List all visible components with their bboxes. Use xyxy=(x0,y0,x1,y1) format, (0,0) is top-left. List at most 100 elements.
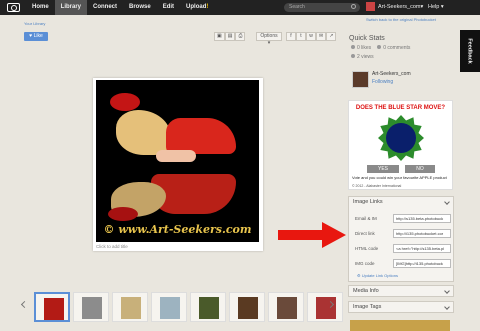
facebook-icon[interactable]: f xyxy=(286,32,296,41)
chevron-down-icon xyxy=(444,304,450,310)
your-library-link[interactable]: Your Library xyxy=(24,21,45,26)
photo-watermark: © www.Art-Seekers.com xyxy=(103,223,252,236)
email-link-field[interactable]: http://s135.beta.photobuck xyxy=(393,214,451,223)
share-toolbar: f t w ✉ ↗ xyxy=(286,32,337,41)
camera-icon xyxy=(6,3,20,12)
quick-stats-title: Quick Stats xyxy=(349,35,385,42)
update-link-label: Update Link Options xyxy=(361,273,398,278)
chevron-down-icon: ▾ xyxy=(420,3,424,10)
comment-icon xyxy=(377,45,382,49)
advertisement[interactable]: DOES THE BLUE STAR MOVE? YES NO Vote and… xyxy=(348,100,453,190)
vk-icon[interactable]: w xyxy=(306,32,316,41)
share-icon[interactable]: ↗ xyxy=(326,32,337,41)
feedback-tab[interactable]: Feedback xyxy=(460,30,480,72)
filmstrip xyxy=(20,292,343,324)
search-input[interactable]: Search xyxy=(284,3,360,12)
comments-stat: 0 comments xyxy=(377,45,410,51)
likes-stat: 0 likes xyxy=(351,45,371,51)
chevron-down-icon xyxy=(444,199,450,205)
upload-exclaim: ! xyxy=(206,4,209,10)
star-center xyxy=(386,123,416,153)
options-toolbar: Options ▾ xyxy=(256,32,282,46)
main-photo-card: © www.Art-Seekers.com Click to add title xyxy=(93,78,263,251)
views-stat: 2 views xyxy=(351,54,374,60)
red-arrow-annotation xyxy=(278,222,346,248)
owner-avatar[interactable] xyxy=(352,71,369,88)
email-icon[interactable]: ✉ xyxy=(316,32,327,41)
media-info-panel[interactable]: Media Info xyxy=(348,285,454,297)
image-links-panel: Image Links Email & IM http://s135.beta.… xyxy=(348,196,454,282)
link-row-direct: Direct link http://i135.photobucket.cor xyxy=(355,229,451,238)
img-code-field[interactable]: [IMG]http://i135.photobuck xyxy=(393,259,451,268)
update-link-options[interactable]: ⚙ Update Link Options xyxy=(357,273,398,278)
print-icon[interactable]: ⎙ xyxy=(235,32,246,41)
image-links-title: Image Links xyxy=(353,199,383,205)
main-photo[interactable]: © www.Art-Seekers.com xyxy=(96,80,259,242)
link-row-img: IMG code [IMG]http://i135.photobuck xyxy=(355,259,451,268)
thumbnail[interactable] xyxy=(268,292,304,322)
html-code-field[interactable]: <a href="http://s135.beta.pl xyxy=(393,244,451,253)
thumbnail[interactable] xyxy=(307,292,343,322)
heart-icon xyxy=(351,45,355,49)
link-label: HTML code xyxy=(355,246,379,251)
search-icon xyxy=(351,4,356,9)
quick-stats-panel: Quick Stats 0 likes 0 comments 2 views xyxy=(345,35,455,60)
help-menu[interactable]: Help ▾ xyxy=(428,0,444,15)
album-icon[interactable]: ▤ xyxy=(224,32,236,41)
link-label: Direct link xyxy=(355,231,375,236)
media-info-header[interactable]: Media Info xyxy=(349,286,453,297)
views-row: 2 views xyxy=(351,54,455,60)
image-tags-title: Image Tags xyxy=(353,304,382,310)
search-placeholder: Search xyxy=(289,4,305,10)
thumbnail[interactable] xyxy=(190,292,226,322)
help-label: Help xyxy=(428,4,440,10)
ad-banner-bottom[interactable] xyxy=(350,320,450,331)
image-tags-panel[interactable]: Image Tags xyxy=(348,301,454,313)
nav-upload[interactable]: Upload! xyxy=(180,0,214,15)
avatar xyxy=(366,2,375,11)
nav-browse[interactable]: Browse xyxy=(123,0,157,15)
chevron-left-icon[interactable] xyxy=(20,300,29,309)
switch-back-link[interactable]: Switch back to the original Photobucket xyxy=(366,17,436,22)
ad-copyright: © 2012 - Alabaster International xyxy=(352,184,402,188)
owner-info: Art-Seekers_com Following xyxy=(352,71,411,88)
delete-icon[interactable]: ▣ xyxy=(214,32,225,41)
nav-home[interactable]: Home xyxy=(26,0,55,15)
thumbnail[interactable] xyxy=(34,292,70,322)
views-count: 2 views xyxy=(357,54,374,60)
comments-count: 0 comments xyxy=(383,45,411,51)
stats-row: 0 likes 0 comments xyxy=(351,45,455,51)
ad-text: Vote and you could win your favourite AP… xyxy=(352,175,447,180)
chevron-down-icon: ▾ xyxy=(439,4,444,10)
image-tags-header[interactable]: Image Tags xyxy=(349,302,453,313)
thumbnail[interactable] xyxy=(112,292,148,322)
nav-edit[interactable]: Edit xyxy=(157,0,180,15)
image-links-header[interactable]: Image Links xyxy=(349,197,453,208)
thumbnail[interactable] xyxy=(151,292,187,322)
eye-icon xyxy=(351,54,355,58)
likes-count: 0 likes xyxy=(357,45,372,51)
like-button[interactable]: ♥ Like xyxy=(24,32,48,41)
add-title-link[interactable]: Click to add title xyxy=(96,244,128,249)
thumbnail[interactable] xyxy=(73,292,109,322)
link-row-email: Email & IM http://s135.beta.photobuck xyxy=(355,214,451,223)
nav-library[interactable]: Library xyxy=(54,0,88,15)
owner-name[interactable]: Art-Seekers_com xyxy=(372,71,411,77)
options-button[interactable]: Options ▾ xyxy=(256,32,282,46)
direct-link-field[interactable]: http://i135.photobucket.cor xyxy=(393,229,451,238)
link-label: IMG code xyxy=(355,261,375,266)
user-menu[interactable]: Art-Seekers_com ▾ xyxy=(366,2,423,11)
link-row-html: HTML code <a href="http://s135.beta.pl xyxy=(355,244,451,253)
ad-no-button[interactable]: NO xyxy=(405,165,435,173)
following-status[interactable]: Following xyxy=(372,79,411,85)
thumbnail[interactable] xyxy=(229,292,265,322)
username: Art-Seekers_com xyxy=(378,3,421,10)
media-info-title: Media Info xyxy=(353,288,379,294)
nav-connect[interactable]: Connect xyxy=(87,0,123,15)
ad-yes-button[interactable]: YES xyxy=(367,165,399,173)
feedback-label: Feedback xyxy=(467,38,473,64)
twitter-icon[interactable]: t xyxy=(296,32,306,41)
like-label: Like xyxy=(33,33,43,39)
photobucket-logo[interactable] xyxy=(0,0,26,15)
link-label: Email & IM xyxy=(355,216,377,221)
